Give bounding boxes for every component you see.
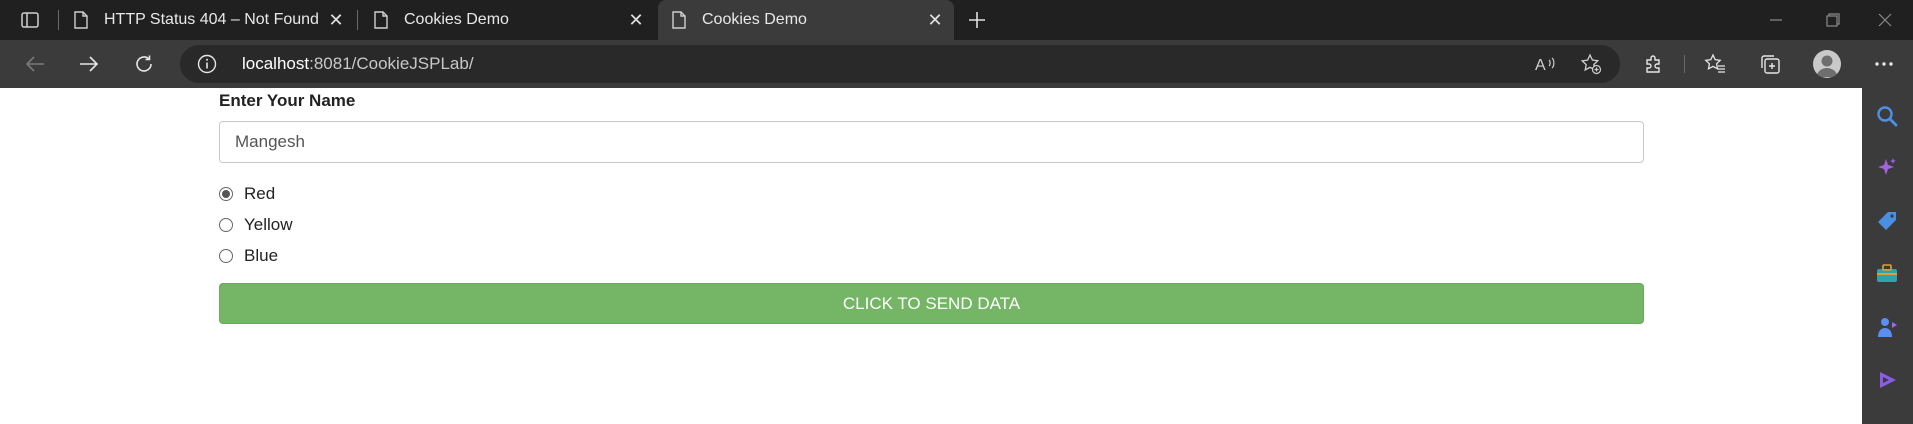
tab-cookies-demo-active[interactable]: Cookies Demo ✕: [658, 0, 954, 40]
url-path: :8081/CookieJSPLab/: [309, 54, 474, 73]
page-content: Enter Your Name Red Yellow Blue CLICK TO…: [0, 88, 1862, 424]
browser-toolbar: localhost:8081/CookieJSPLab/ A: [0, 40, 1913, 88]
radio-button[interactable]: [219, 187, 233, 201]
tab-close-icon[interactable]: ✕: [623, 7, 649, 33]
puzzle-icon[interactable]: [1638, 48, 1670, 80]
games-icon[interactable]: [1873, 313, 1901, 341]
media-play-icon[interactable]: [1873, 366, 1901, 394]
radio-label: Blue: [244, 246, 279, 265]
tab-title: Cookies Demo: [702, 11, 807, 28]
page-icon: [670, 10, 688, 30]
svg-text:A: A: [1535, 57, 1546, 73]
radio-button[interactable]: [219, 249, 233, 263]
address-bar[interactable]: localhost:8081/CookieJSPLab/ A: [180, 45, 1620, 83]
tools-briefcase-icon[interactable]: [1873, 260, 1901, 288]
radio-selected-dot: [222, 190, 230, 198]
search-icon[interactable]: [1873, 102, 1901, 130]
tab-cookies-demo[interactable]: Cookies Demo ✕: [360, 0, 655, 40]
more-icon[interactable]: [1868, 48, 1900, 80]
name-label: Enter Your Name: [219, 91, 356, 110]
tab-separator: [58, 10, 59, 30]
minimize-icon[interactable]: [1748, 0, 1804, 40]
radio-label: Red: [244, 184, 276, 203]
edge-sidebar: [1862, 88, 1913, 424]
toolbar-separator: [1684, 55, 1685, 73]
tab-close-icon[interactable]: ✕: [922, 7, 948, 33]
tab-close-icon[interactable]: ✕: [323, 7, 349, 33]
plus-icon[interactable]: [962, 7, 992, 33]
tab-title: HTTP Status 404 – Not Found: [104, 11, 319, 28]
avatar[interactable]: [1813, 50, 1841, 78]
refresh-icon[interactable]: [126, 47, 162, 81]
restore-icon[interactable]: [1805, 0, 1861, 40]
back-arrow-icon[interactable]: [17, 47, 53, 81]
collections-icon[interactable]: [1754, 48, 1786, 80]
forward-arrow-icon[interactable]: [71, 47, 107, 81]
close-icon[interactable]: [1857, 0, 1913, 40]
tab-strip: HTTP Status 404 – Not Found ✕ Cookies De…: [0, 0, 1913, 40]
page-icon: [372, 10, 390, 30]
favorites-icon[interactable]: [1699, 48, 1731, 80]
copilot-icon[interactable]: [1873, 154, 1901, 182]
info-icon[interactable]: [196, 53, 218, 75]
page-icon: [72, 10, 90, 30]
name-input[interactable]: [219, 121, 1644, 163]
add-favorite-icon[interactable]: [1577, 51, 1605, 77]
tab-actions-icon[interactable]: [10, 7, 50, 33]
radio-blue[interactable]: Blue: [219, 246, 278, 266]
radio-red[interactable]: Red: [219, 184, 275, 204]
read-aloud-icon[interactable]: A: [1531, 51, 1559, 77]
send-data-button[interactable]: CLICK TO SEND DATA: [219, 283, 1644, 324]
radio-button[interactable]: [219, 218, 233, 232]
tab-http-404[interactable]: HTTP Status 404 – Not Found ✕: [60, 0, 355, 40]
radio-label: Yellow: [244, 215, 293, 234]
tab-title: Cookies Demo: [404, 11, 509, 28]
tab-separator: [357, 10, 358, 30]
shopping-tag-icon[interactable]: [1873, 207, 1901, 235]
url-text[interactable]: localhost:8081/CookieJSPLab/: [242, 54, 474, 74]
url-host: localhost: [242, 54, 310, 73]
radio-yellow[interactable]: Yellow: [219, 215, 293, 235]
